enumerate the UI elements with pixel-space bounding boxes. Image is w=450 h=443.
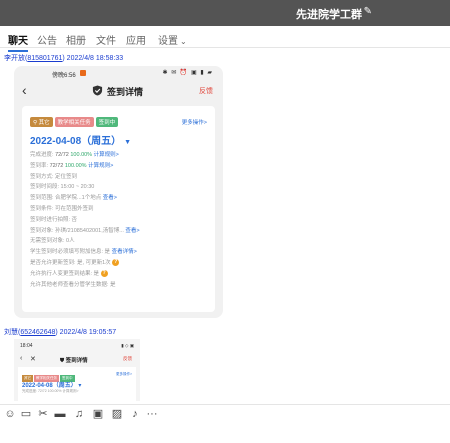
message-time: 2022/4/8 19:05:57 xyxy=(59,329,117,336)
detail-list: 完成进度: 72/72 100.00% 计算规则> 签到率: 72/72 100… xyxy=(30,150,210,290)
detail-row: 签到时间段: 15:00 ~ 20:30 xyxy=(30,184,95,191)
status-icons: ✱ ✉ ⏰ ▣ ▮ ▰ xyxy=(162,70,213,76)
detail-row: 签到方式: 定位签到 xyxy=(30,173,78,180)
bell-icon[interactable]: ♪ xyxy=(128,407,142,421)
more-ops-link: 更多操作> xyxy=(115,372,132,376)
sender-name[interactable]: 刘慧 xyxy=(4,329,18,336)
feedback-link: 反馈 xyxy=(123,356,132,361)
pencil-icon[interactable]: ✎ xyxy=(364,6,372,17)
help-icon: ? xyxy=(112,259,120,267)
detail-row: 允许执行人变更签到结果: 是 ? xyxy=(30,269,108,277)
date-selector: 2022-04-08（周五） ▼ xyxy=(30,136,132,147)
more-ops-link: 更多操作> xyxy=(181,120,207,126)
scissors-icon[interactable]: ✂ xyxy=(36,407,50,421)
tag-teaching: 教学相关任务 xyxy=(54,117,94,127)
tag-status: 签到中 xyxy=(95,117,119,127)
shield-icon xyxy=(92,85,103,96)
more-icon[interactable]: ··· xyxy=(145,407,159,421)
notification-icon xyxy=(80,70,86,76)
detail-row: 是否允许更新签到: 是, 可更新1次 ? xyxy=(30,259,120,267)
message-header: 刘慧(652462648) 2022/4/8 19:05:57 xyxy=(4,329,117,336)
detail-row: 签到范围: 合肥学院...1个地点 查看> xyxy=(30,195,117,202)
back-icon: ‹ xyxy=(20,355,23,362)
sign-in-card: ⚲ 其它 教学相关任务 签到中 更多操作> 2022-04-08（周五） ▼ 完成进度… xyxy=(22,106,215,312)
tab-announcement[interactable]: 公告 xyxy=(37,32,57,47)
tab-files[interactable]: 文件 xyxy=(96,32,116,47)
group-title: 先进院学工群 xyxy=(296,9,362,21)
tag-list: ⚲ 其它 教学相关任务 签到中 xyxy=(30,116,120,127)
image-icon[interactable]: ▣ xyxy=(91,407,105,421)
music-icon[interactable]: ♫ xyxy=(72,407,86,421)
tab-album[interactable]: 相册 xyxy=(66,32,86,47)
status-time: 18:04 xyxy=(20,343,33,349)
sender-qq[interactable]: 815801761 xyxy=(27,55,62,62)
sign-in-card: 其它 教学相关任务 签到中 更多操作> 2022-04-08（周五） ▾ 完成进度:… xyxy=(18,367,136,401)
detail-row: 签到率: 72/72 100.00% 计算规则> xyxy=(30,162,114,169)
input-toolbar: ☺ ▭ ✂ ▬ ♫ ▣ ▨ ♪ ··· xyxy=(0,404,450,422)
detail-row: 学生签到时必须填写附加信息: 是 查看详情> xyxy=(30,249,137,256)
detail-row: 签到对象: 孙琪/21085402001,汤智博... 查看> xyxy=(30,227,140,234)
chevron-down-icon: ⌄ xyxy=(180,37,187,46)
screenshot-image[interactable]: 18:04 ▮ ◇ ▣ ‹ ✕ ⛊ 签到详情 反馈 其它 教学相关任务 签到中 更多… xyxy=(14,339,140,401)
tab-settings-label: 设置 xyxy=(158,36,178,47)
tag-other: ⚲ 其它 xyxy=(30,117,53,127)
screenshot-image[interactable]: 傍晚6:56 ✱ ✉ ⏰ ▣ ▮ ▰ ‹ 签到详情 反馈 ⚲ 其它 教学相关任务签… xyxy=(14,66,223,318)
detail-row: 无需签到对象: 0人 xyxy=(30,238,75,245)
detail-row: 签到时进行拍照: 否 xyxy=(30,216,78,223)
message-header: 李开放(815801761) 2022/4/8 18:58:33 xyxy=(4,55,124,62)
date-selector: 2022-04-08（周五） ▾ xyxy=(22,383,82,389)
nav-title: ⛊ 签到详情 xyxy=(60,358,88,364)
detail-row: 允许其他老师查看分管学生数据: 是 xyxy=(30,281,116,288)
feedback-link: 反馈 xyxy=(199,88,213,95)
tab-apps[interactable]: 应用 xyxy=(126,32,146,47)
tab-bar: 聊天 公告 相册 文件 应用 设置 ⌄ xyxy=(0,28,450,52)
title-bar: 先进院学工群 ✎ xyxy=(0,0,450,26)
phone-nav-bar: ‹ 签到详情 反馈 xyxy=(14,80,223,102)
help-icon: ? xyxy=(100,269,108,277)
sender-qq[interactable]: 652462648 xyxy=(20,329,55,336)
status-time: 傍晚6:56 xyxy=(52,73,76,79)
folder-icon[interactable]: ▬ xyxy=(53,407,67,421)
sender-name[interactable]: 李开放 xyxy=(4,55,25,62)
close-icon: ✕ xyxy=(30,356,36,363)
status-icons: ▮ ◇ ▣ xyxy=(121,343,134,348)
picture-icon[interactable]: ▨ xyxy=(110,407,124,421)
phone-nav-bar: ‹ ✕ ⛊ 签到详情 反馈 xyxy=(14,353,140,367)
back-icon: ‹ xyxy=(22,82,27,98)
message-time: 2022/4/8 18:58:33 xyxy=(66,55,124,62)
emoji-icon[interactable]: ☺ xyxy=(3,407,17,421)
detail-row: 完成进度: 72/72 100.00% 计算规则> xyxy=(22,389,79,393)
chevron-down-icon: ▼ xyxy=(124,139,132,146)
phone-status-bar: 傍晚6:56 ✱ ✉ ⏰ ▣ ▮ ▰ xyxy=(14,66,223,80)
tab-chat[interactable]: 聊天 xyxy=(8,32,28,52)
nav-title: 签到详情 xyxy=(107,87,144,97)
gif-icon[interactable]: ▭ xyxy=(19,407,33,421)
detail-row: 完成进度: 72/72 100.00% 计算规则> xyxy=(30,152,119,158)
tab-settings[interactable]: 设置 ⌄ xyxy=(158,32,187,47)
detail-row: 签到条件: 可在范围外签到 xyxy=(30,205,94,212)
